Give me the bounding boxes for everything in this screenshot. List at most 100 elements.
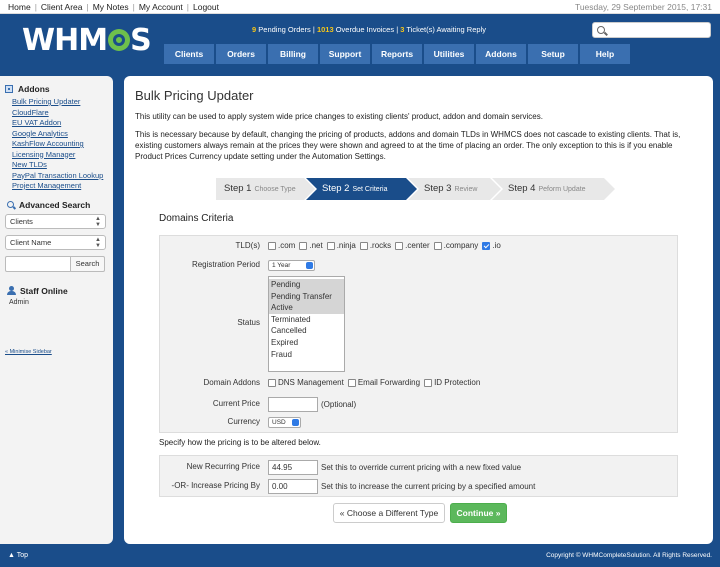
addon-checkbox[interactable] [424, 378, 433, 387]
up-arrow-icon: ▲ [8, 552, 15, 559]
tld-option-label: .center [405, 241, 430, 250]
search-field-select[interactable]: Client Name ▲ ▼ [5, 234, 106, 250]
increase-price-wrap: 0.00 Set this to increase the current pr… [268, 479, 535, 494]
continue-button[interactable]: Continue » [450, 503, 507, 523]
currency-label: Currency [227, 417, 260, 426]
page-title: Bulk Pricing Updater [135, 88, 254, 103]
new-price-hint: Set this to override current pricing wit… [321, 463, 522, 472]
sidebar: Addons Bulk Pricing Updater CloudFlare E… [0, 76, 113, 544]
addons-heading-label: Addons [18, 84, 50, 94]
link-client-area[interactable]: Client Area [41, 2, 83, 12]
tickets-count[interactable]: 3 [400, 25, 404, 34]
increase-price-row: -OR- Increase Pricing By 0.00 Set this t… [160, 479, 679, 495]
sidebar-item-project-management[interactable]: Project Management [5, 181, 108, 192]
sidebar-search-button[interactable]: Search [71, 255, 105, 272]
link-my-account[interactable]: My Account [139, 2, 183, 12]
advanced-search-heading: Advanced Search [5, 200, 108, 210]
pricing-box: New Recurring Price 44.95 Set this to ov… [159, 455, 678, 497]
criteria-box: TLD(s) .com .net .ninja .rocks .center .… [159, 235, 678, 433]
top-link-separator: | [132, 2, 135, 12]
minimise-sidebar-link[interactable]: « Minimise Sidebar [5, 349, 52, 355]
nav-reports[interactable]: Reports [372, 44, 422, 64]
status-option[interactable]: Expired [269, 337, 344, 349]
status-option[interactable]: Pending Transfer [269, 290, 344, 303]
step-label: Step 4 [508, 183, 536, 194]
link-home[interactable]: Home [8, 2, 31, 12]
currency-wrap: USD [268, 417, 301, 428]
link-logout[interactable]: Logout [193, 2, 219, 12]
addon-checkbox[interactable] [268, 378, 276, 387]
nav-addons[interactable]: Addons [476, 44, 526, 64]
whmcs-logo[interactable]: WHM S [22, 26, 152, 56]
status-option[interactable]: Pending [269, 279, 344, 291]
main-panel: Bulk Pricing Updater This utility can be… [124, 76, 713, 544]
sidebar-search-input[interactable] [5, 255, 71, 272]
addon-checkbox[interactable] [347, 378, 356, 387]
search-type-select[interactable]: Clients ▲ ▼ [5, 213, 106, 229]
sidebar-item-bulk-pricing-updater[interactable]: Bulk Pricing Updater [5, 97, 108, 108]
nav-orders[interactable]: Orders [216, 44, 266, 64]
global-search-input[interactable] [592, 22, 711, 38]
domain-addons-row: Domain Addons DNS Management Email Forwa… [160, 378, 679, 390]
status-option[interactable]: Active [269, 302, 344, 314]
sidebar-item-kashflow-accounting[interactable]: KashFlow Accounting [5, 139, 108, 150]
registration-period-select[interactable]: 1 Year [268, 260, 315, 271]
status-option[interactable]: Terminated [269, 314, 344, 326]
select-arrows-icon: ▲ ▼ [95, 215, 101, 228]
tld-checkbox[interactable] [482, 241, 491, 250]
period-label: Registration Period [191, 260, 260, 269]
tld-checkbox[interactable] [359, 241, 368, 250]
top-link-separator: | [86, 2, 89, 12]
nav-clients[interactable]: Clients [164, 44, 214, 64]
sidebar-item-cloudflare[interactable]: CloudFlare [5, 108, 108, 119]
step-1: Step 1 Choose Type [216, 178, 315, 200]
main-nav: Clients Orders Billing Support Reports U… [164, 44, 632, 64]
tld-checkbox[interactable] [326, 241, 335, 250]
overdue-invoices-label[interactable]: Overdue Invoices [336, 25, 394, 34]
pending-orders-label[interactable]: Pending Orders [258, 25, 311, 34]
sidebar-item-google-analytics[interactable]: Google Analytics [5, 129, 108, 140]
select-spinner-icon [292, 419, 299, 426]
choose-different-type-button[interactable]: « Choose a Different Type [333, 503, 445, 523]
sidebar-item-licensing-manager[interactable]: Licensing Manager [5, 150, 108, 161]
tld-checkbox[interactable] [299, 241, 308, 250]
sidebar-item-paypal-transaction-lookup[interactable]: PayPal Transaction Lookup [5, 171, 108, 182]
tld-option-label: .io [492, 241, 501, 250]
sidebar-item-new-tlds[interactable]: New TLDs [5, 160, 108, 171]
tld-checkbox[interactable] [268, 241, 276, 250]
step-sub: Choose Type [254, 186, 296, 193]
status-listbox[interactable]: Pending Pending Transfer Active Terminat… [268, 276, 345, 372]
staff-online-name: Admin [9, 298, 29, 306]
current-price-input[interactable] [268, 397, 318, 412]
search-icon [7, 201, 14, 208]
nav-support[interactable]: Support [320, 44, 370, 64]
link-my-notes[interactable]: My Notes [93, 2, 129, 12]
tld-option-label: .com [278, 241, 296, 250]
registration-period-value: 1 Year [272, 262, 291, 269]
search-field-value: Client Name [10, 237, 52, 247]
nav-billing[interactable]: Billing [268, 44, 318, 64]
back-to-top-link[interactable]: ▲ Top [8, 552, 28, 559]
top-links: Home | Client Area | My Notes | My Account | Log… [8, 0, 219, 14]
status-option[interactable]: Fraud [269, 349, 344, 361]
pending-orders-count[interactable]: 9 [252, 25, 256, 34]
nav-setup[interactable]: Setup [528, 44, 578, 64]
increase-price-hint: Set this to increase the current pricing… [321, 482, 536, 491]
new-price-wrap: 44.95 Set this to override current prici… [268, 460, 521, 475]
nav-utilities[interactable]: Utilities [424, 44, 474, 64]
tld-checkbox[interactable] [395, 241, 404, 250]
tickets-label[interactable]: Ticket(s) Awaiting Reply [406, 25, 486, 34]
currency-select[interactable]: USD [268, 417, 301, 428]
new-price-input[interactable]: 44.95 [268, 460, 318, 475]
overdue-invoices-count[interactable]: 1013 [317, 25, 334, 34]
tld-checkbox[interactable] [433, 241, 442, 250]
status-option[interactable]: Cancelled [269, 325, 344, 337]
sidebar-item-eu-vat-addon[interactable]: EU VAT Addon [5, 118, 108, 129]
tld-option-label: .company [443, 241, 479, 250]
increase-price-input[interactable]: 0.00 [268, 479, 318, 494]
tld-label: TLD(s) [235, 241, 260, 250]
wizard-steps: Step 1 Choose Type Step 2 Set Criteria Ste… [216, 178, 606, 200]
addon-option-label: ID Protection [434, 378, 481, 387]
nav-help[interactable]: Help [580, 44, 630, 64]
staff-online-heading: Staff Online [5, 286, 108, 296]
